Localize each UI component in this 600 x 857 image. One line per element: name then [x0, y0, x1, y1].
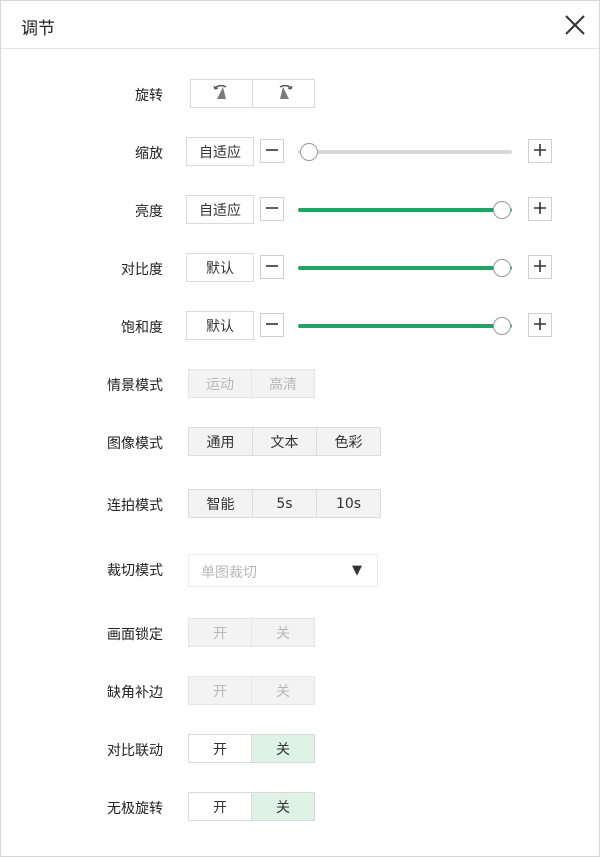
contrast-plus-button[interactable] — [528, 255, 552, 279]
plus-icon — [533, 316, 547, 335]
saturation-row: 饱和度 默认 — [1, 309, 599, 343]
close-icon[interactable] — [561, 11, 589, 39]
zoom-auto-button[interactable]: 自适应 — [186, 137, 254, 166]
rotate-buttons — [190, 79, 315, 108]
contrast-default-button[interactable]: 默认 — [186, 253, 254, 282]
brightness-row: 亮度 自适应 — [1, 193, 599, 227]
scene-mode-row: 情景模式 运动 高清 — [1, 367, 599, 401]
corner-fill-row: 缺角补边 开 关 — [1, 674, 599, 708]
rotate-row: 旋转 — [1, 77, 599, 111]
crop-mode-label: 裁切模式 — [107, 563, 163, 579]
dialog-title: 调节 — [21, 19, 55, 39]
image-mode-option[interactable]: 通用 — [188, 427, 253, 456]
rotate-left-icon — [209, 83, 235, 105]
free-rotate-on[interactable]: 开 — [188, 792, 252, 821]
zoom-plus-button[interactable] — [528, 139, 552, 163]
brightness-auto-button[interactable]: 自适应 — [186, 195, 254, 224]
zoom-minus-button[interactable] — [260, 139, 284, 163]
crop-mode-value: 单图裁切 — [201, 565, 257, 581]
burst-mode-row: 连拍模式 智能 5s 10s — [1, 487, 599, 521]
free-rotate-label: 无极旋转 — [107, 801, 163, 817]
adjust-dialog: 调节 旋转 缩放 自适应 亮度 自适应 对比度 默认 饱和度 默认 情景模式 运… — [0, 0, 600, 857]
contrast-link-label: 对比联动 — [107, 743, 163, 759]
dialog-titlebar: 调节 — [1, 1, 599, 49]
corner-fill-off[interactable]: 关 — [251, 676, 315, 705]
zoom-slider-knob[interactable] — [300, 143, 318, 161]
saturation-default-button[interactable]: 默认 — [186, 311, 254, 340]
minus-icon — [265, 142, 279, 161]
saturation-slider-knob[interactable] — [493, 317, 511, 335]
minus-icon — [265, 258, 279, 277]
burst-mode-option[interactable]: 5s — [252, 489, 317, 518]
rotate-right-button[interactable] — [252, 79, 315, 108]
brightness-label: 亮度 — [135, 204, 163, 220]
crop-mode-select[interactable]: 单图裁切 ▼ — [188, 554, 378, 587]
burst-mode-label: 连拍模式 — [107, 498, 163, 514]
scene-mode-option[interactable]: 运动 — [188, 369, 252, 398]
plus-icon — [533, 258, 547, 277]
free-rotate-row: 无极旋转 开 关 — [1, 790, 599, 824]
frame-lock-label: 画面锁定 — [107, 627, 163, 643]
brightness-slider-track[interactable] — [298, 208, 512, 212]
zoom-slider-track[interactable] — [298, 150, 512, 154]
contrast-link-row: 对比联动 开 关 — [1, 732, 599, 766]
burst-mode-option[interactable]: 智能 — [188, 489, 253, 518]
plus-icon — [533, 200, 547, 219]
contrast-row: 对比度 默认 — [1, 251, 599, 285]
image-mode-row: 图像模式 通用 文本 色彩 — [1, 425, 599, 459]
frame-lock-toggle: 开 关 — [188, 618, 315, 647]
minus-icon — [265, 200, 279, 219]
contrast-label: 对比度 — [121, 262, 163, 278]
frame-lock-on[interactable]: 开 — [188, 618, 252, 647]
zoom-row: 缩放 自适应 — [1, 135, 599, 169]
saturation-slider-track[interactable] — [298, 324, 512, 328]
corner-fill-label: 缺角补边 — [107, 685, 163, 701]
image-mode-options: 通用 文本 色彩 — [188, 427, 381, 456]
contrast-link-toggle: 开 关 — [188, 734, 315, 763]
frame-lock-off[interactable]: 关 — [251, 618, 315, 647]
image-mode-option[interactable]: 文本 — [252, 427, 317, 456]
saturation-plus-button[interactable] — [528, 313, 552, 337]
brightness-minus-button[interactable] — [260, 197, 284, 221]
scene-mode-options: 运动 高清 — [188, 369, 315, 398]
brightness-plus-button[interactable] — [528, 197, 552, 221]
contrast-link-on[interactable]: 开 — [188, 734, 252, 763]
image-mode-option[interactable]: 色彩 — [316, 427, 381, 456]
burst-mode-option[interactable]: 10s — [316, 489, 381, 518]
burst-mode-options: 智能 5s 10s — [188, 489, 381, 518]
contrast-slider-track[interactable] — [298, 266, 512, 270]
rotate-label: 旋转 — [135, 88, 163, 104]
scene-mode-label: 情景模式 — [107, 378, 163, 394]
dropdown-caret-icon: ▼ — [352, 563, 362, 578]
image-mode-label: 图像模式 — [107, 436, 163, 452]
plus-icon — [533, 142, 547, 161]
brightness-slider-knob[interactable] — [493, 201, 511, 219]
crop-mode-row: 裁切模式 单图裁切 ▼ — [1, 552, 599, 587]
contrast-link-off[interactable]: 关 — [251, 734, 315, 763]
zoom-label: 缩放 — [135, 146, 163, 162]
saturation-minus-button[interactable] — [260, 313, 284, 337]
frame-lock-row: 画面锁定 开 关 — [1, 616, 599, 650]
rotate-right-icon — [271, 83, 297, 105]
free-rotate-off[interactable]: 关 — [251, 792, 315, 821]
saturation-label: 饱和度 — [121, 320, 163, 336]
contrast-minus-button[interactable] — [260, 255, 284, 279]
minus-icon — [265, 316, 279, 335]
scene-mode-option[interactable]: 高清 — [251, 369, 315, 398]
corner-fill-on[interactable]: 开 — [188, 676, 252, 705]
free-rotate-toggle: 开 关 — [188, 792, 315, 821]
corner-fill-toggle: 开 关 — [188, 676, 315, 705]
rotate-left-button[interactable] — [190, 79, 253, 108]
contrast-slider-knob[interactable] — [493, 259, 511, 277]
